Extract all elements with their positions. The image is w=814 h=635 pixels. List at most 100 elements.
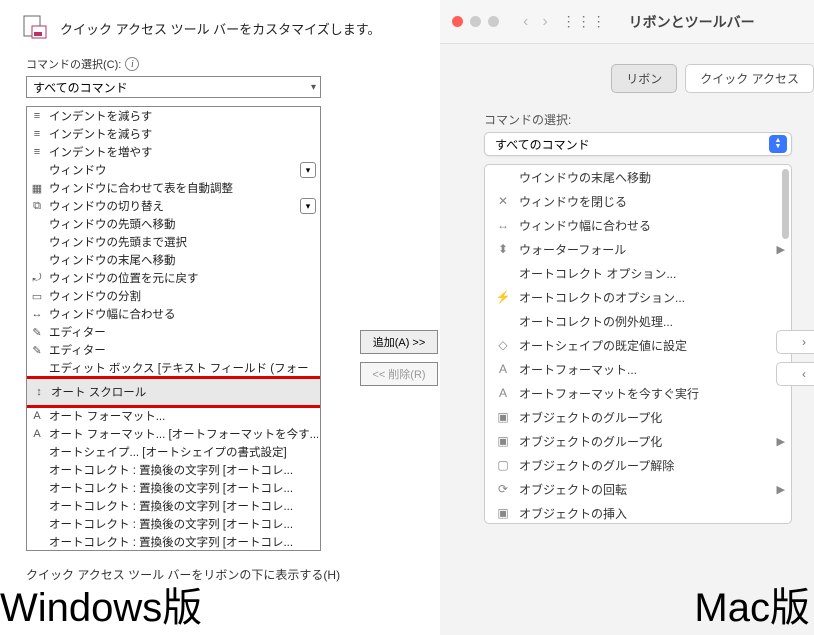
list-item[interactable]: オートコレクト : 置換後の文字列 [オートコレ...: [27, 497, 320, 515]
list-item[interactable]: ⤾ウィンドウの位置を元に戻す: [27, 269, 320, 287]
customize-qat-icon: [22, 14, 50, 42]
list-item-label: オートフォーマット...: [519, 361, 785, 378]
close-window-button[interactable]: [452, 16, 463, 27]
group-icon: ▣: [495, 409, 511, 425]
list-item-label: インデントを減らす: [49, 126, 318, 142]
list-item[interactable]: A オートフォーマット...: [485, 357, 791, 381]
list-item-label: ウィンドウの末尾へ移動: [49, 252, 318, 268]
indent-decrease-icon: ≡: [29, 108, 45, 124]
list-item-label: ウィンドウを閉じる: [519, 193, 785, 210]
dropdown-stepper-icon: ▲▼: [769, 135, 787, 153]
auto-format-icon: A: [29, 408, 45, 424]
list-item[interactable]: ⧉ウィンドウの切り替え▾: [27, 197, 320, 215]
list-item[interactable]: Aオート フォーマット...: [27, 407, 320, 425]
submenu-chevron-icon: ▾: [300, 162, 316, 178]
list-item[interactable]: ウィンドウの末尾へ移動: [27, 251, 320, 269]
window-fit-width-icon: ↔: [29, 306, 45, 322]
list-item[interactable]: Aオート フォーマット... [オートフォーマットを今す...: [27, 425, 320, 443]
list-item[interactable]: ≡インデントを減らす: [27, 107, 320, 125]
list-item[interactable]: ウィンドウの先頭へ移動: [27, 215, 320, 233]
minimize-window-button: [470, 16, 481, 27]
list-item-label: エディター: [49, 342, 318, 358]
indent-increase-icon: ≡: [29, 144, 45, 160]
nav-forward-icon[interactable]: ›: [542, 13, 547, 31]
blank-icon: [29, 216, 45, 232]
list-item-label: オブジェクトのグループ化: [519, 409, 785, 426]
list-item[interactable]: ⚡オートコレクトのオプション...: [485, 285, 791, 309]
windows-panel: クイック アクセス ツール バーをカスタマイズします。 コマンドの選択(C): …: [0, 0, 440, 635]
show-all-icon[interactable]: ⋮⋮⋮: [562, 13, 607, 30]
blank-icon: [29, 498, 45, 514]
list-item-label: オートコレクト : 置換後の文字列 [オートコレ...: [49, 498, 318, 514]
list-item[interactable]: ✕ ウィンドウを閉じる: [485, 189, 791, 213]
list-item[interactable]: ↔ウィンドウ幅に合わせる: [485, 213, 791, 237]
list-item-label: ウィンドウの位置を元に戻す: [49, 270, 318, 286]
list-item[interactable]: ▣ オブジェクトのグループ化: [485, 405, 791, 429]
autoformat-icon: A: [495, 361, 511, 377]
windows-caption: Windows版: [0, 575, 202, 633]
blank-icon: [29, 162, 45, 178]
list-item[interactable]: ↔ウィンドウ幅に合わせる: [27, 305, 320, 323]
list-item[interactable]: Aオートフォーマットを今すぐ実行: [485, 381, 791, 405]
auto-scroll-icon: ↕: [31, 384, 47, 400]
list-item[interactable]: オートコレクト オプション...: [485, 261, 791, 285]
list-item[interactable]: オートコレクトの例外処理...: [485, 309, 791, 333]
list-item[interactable]: ⟳オブジェクトの回転▶: [485, 477, 791, 501]
nav-back-icon[interactable]: ‹: [523, 13, 528, 31]
list-item[interactable]: オートコレクト : 置換後の文字列 [オートコレ...: [27, 461, 320, 479]
list-item[interactable]: ≡インデントを減らす: [27, 125, 320, 143]
list-item[interactable]: オートコレクト : 置換後の文字列 [オートコレ...: [27, 479, 320, 497]
list-item[interactable]: エディット ボックス [テキスト フィールド (フォー: [27, 359, 320, 377]
list-item[interactable]: オートコレクト : 置換後の文字列 [オートコレ...: [27, 515, 320, 533]
add-button[interactable]: 追加(A) >>: [360, 330, 438, 354]
info-icon[interactable]: i: [125, 57, 139, 71]
tab-ribbon[interactable]: リボン: [611, 64, 677, 93]
command-select-label-row: コマンドの選択(C): i: [0, 52, 440, 74]
list-item[interactable]: ▣オブジェクトの挿入: [485, 501, 791, 524]
mac-command-select-dropdown[interactable]: すべてのコマンド ▲▼: [484, 132, 792, 156]
list-item[interactable]: ⬍ウォーターフォール▶: [485, 237, 791, 261]
list-item[interactable]: ▢オブジェクトのグループ解除: [485, 453, 791, 477]
list-item-label: オートコレクト : 置換後の文字列 [オートコレ...: [49, 462, 318, 478]
editor-icon: ✎: [29, 324, 45, 340]
list-item-label: ウィンドウ幅に合わせる: [49, 306, 318, 322]
list-item[interactable]: ウィンドウの先頭まで選択: [27, 233, 320, 251]
list-item[interactable]: ✎エディター: [27, 323, 320, 341]
list-item-label: オブジェクトの回転: [519, 481, 769, 498]
mac-scrollbar-thumb[interactable]: [782, 169, 789, 239]
windows-header-title: クイック アクセス ツール バーをカスタマイズします。: [60, 19, 381, 38]
command-select-label: コマンドの選択(C):: [26, 56, 121, 72]
mac-add-button[interactable]: ›: [776, 330, 814, 354]
list-item[interactable]: ▭ウィンドウの分割: [27, 287, 320, 305]
list-item[interactable]: オートコレクト : 置換後の文字列 [オートコレ...: [27, 533, 320, 551]
list-item-label: オブジェクトの挿入: [519, 505, 785, 522]
blank-icon: [29, 444, 45, 460]
blank-icon: [29, 516, 45, 532]
list-item[interactable]: ▦ウィンドウに合わせて表を自動調整: [27, 179, 320, 197]
list-item[interactable]: ▣オブジェクトのグループ化▶: [485, 429, 791, 453]
auto-format-now-icon: A: [29, 426, 45, 442]
list-item[interactable]: ≡インデントを増やす: [27, 143, 320, 161]
blank-icon: [29, 462, 45, 478]
waterfall-icon: ⬍: [495, 241, 511, 257]
list-item-label: オートコレクト : 置換後の文字列 [オートコレ...: [49, 534, 318, 550]
mac-command-listbox[interactable]: ウインドウの末尾へ移動 ✕ ウィンドウを閉じる ↔ウィンドウ幅に合わせる⬍ウォーターフ…: [484, 164, 792, 524]
chevron-down-icon: ▾: [311, 82, 316, 93]
mac-command-select-value: すべてのコマンド: [495, 136, 590, 153]
list-item-label: ウィンドウの先頭へ移動: [49, 216, 318, 232]
list-item[interactable]: ウィンドウ▾: [27, 161, 320, 179]
list-item-label: ウィンドウ幅に合わせる: [519, 217, 785, 234]
list-item[interactable]: ✎エディター: [27, 341, 320, 359]
tab-quick-access[interactable]: クイック アクセス: [685, 64, 814, 93]
command-select-dropdown[interactable]: すべてのコマンド ▾: [26, 76, 321, 98]
windows-command-listbox[interactable]: ≡インデントを減らす≡インデントを減らす≡インデントを増やすウィンドウ▾▦ウィン…: [26, 106, 321, 551]
close-icon: ✕: [495, 193, 511, 209]
list-item[interactable]: ◇オートシェイプの既定値に設定: [485, 333, 791, 357]
blank-icon: [29, 234, 45, 250]
mac-window-title: リボンとツールバー: [629, 12, 755, 32]
list-item[interactable]: ↕オート スクロール: [26, 376, 321, 408]
list-item[interactable]: ウインドウの末尾へ移動: [485, 165, 791, 189]
mac-side-buttons: › ‹: [776, 330, 814, 386]
mac-remove-button[interactable]: ‹: [776, 362, 814, 386]
list-item[interactable]: オートシェイプ... [オートシェイプの書式設定]: [27, 443, 320, 461]
